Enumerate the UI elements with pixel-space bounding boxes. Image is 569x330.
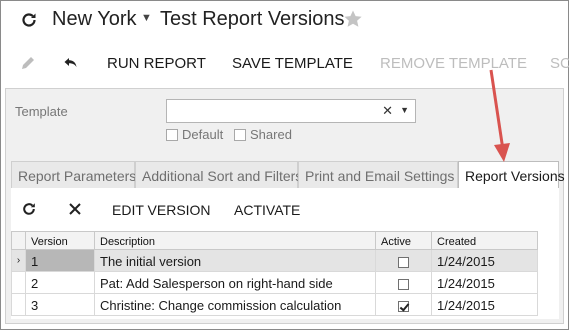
main-toolbar: RUN REPORT SAVE TEMPLATE REMOVE TEMPLATE… — [0, 50, 569, 78]
column-header-description[interactable]: Description — [94, 231, 376, 250]
save-template-button[interactable]: SAVE TEMPLATE — [232, 55, 353, 72]
table-row[interactable]: 3 Christine: Change commission calculati… — [11, 293, 538, 316]
template-label: Template — [15, 104, 68, 119]
title-bar: New York ▼ Test Report Versions — [0, 0, 569, 42]
tab-report-parameters[interactable]: Report Parameters — [11, 161, 136, 188]
current-row-marker-icon: › — [11, 249, 26, 272]
more-toolbar-button[interactable]: SC — [550, 55, 569, 72]
tab-report-versions[interactable]: Report Versions — [458, 161, 565, 189]
column-header-created[interactable]: Created — [431, 231, 538, 250]
report-versions-content: EDIT VERSION ACTIVATE Version Descriptio… — [11, 188, 559, 319]
description-cell[interactable]: The initial version — [94, 249, 376, 272]
description-cell[interactable]: Christine: Change commission calculation — [94, 293, 376, 316]
versions-table: Version Description Active Created › 1 T… — [11, 231, 538, 316]
remove-template-button[interactable]: REMOVE TEMPLATE — [380, 55, 527, 72]
star-icon[interactable] — [343, 9, 363, 29]
table-row[interactable]: › 1 The initial version 1/24/2015 — [11, 249, 538, 272]
table-header-row: Version Description Active Created — [11, 231, 538, 250]
shared-checkbox[interactable] — [234, 128, 246, 141]
created-cell[interactable]: 1/24/2015 — [431, 293, 538, 316]
table-row[interactable]: 2 Pat: Add Salesperson on right-hand sid… — [11, 271, 538, 294]
tab-bar: Report Parameters Additional Sort and Fi… — [11, 161, 565, 189]
row-marker-header — [11, 231, 26, 250]
created-cell[interactable]: 1/24/2015 — [431, 271, 538, 294]
shared-label: Shared — [250, 127, 292, 142]
activate-button[interactable]: ACTIVATE — [234, 202, 300, 218]
tab-print-email-settings[interactable]: Print and Email Settings — [298, 161, 458, 188]
refresh-icon[interactable] — [20, 11, 38, 29]
default-checkbox-row[interactable]: Default — [166, 127, 223, 142]
chevron-down-icon[interactable]: ▼ — [141, 12, 152, 24]
clear-icon[interactable]: ✕ — [382, 103, 393, 119]
template-selector[interactable]: ✕ ▼ — [166, 99, 416, 123]
chevron-down-icon[interactable]: ▼ — [400, 105, 409, 115]
run-report-button[interactable]: RUN REPORT — [107, 55, 206, 72]
created-cell[interactable]: 1/24/2015 — [431, 249, 538, 272]
version-cell[interactable]: 2 — [25, 271, 95, 294]
active-cell[interactable] — [375, 271, 432, 294]
active-checkbox[interactable] — [398, 279, 409, 291]
company-selector[interactable]: New York — [52, 8, 137, 31]
page-title: Test Report Versions — [160, 8, 345, 30]
grid-toolbar: EDIT VERSION ACTIVATE — [11, 188, 559, 228]
column-header-version[interactable]: Version — [25, 231, 95, 250]
active-cell[interactable] — [375, 249, 432, 272]
refresh-icon[interactable] — [21, 201, 37, 217]
version-cell[interactable]: 1 — [25, 249, 95, 272]
active-cell[interactable] — [375, 293, 432, 316]
row-marker — [11, 293, 26, 316]
column-header-active[interactable]: Active — [375, 231, 432, 250]
pencil-icon[interactable] — [20, 55, 36, 71]
close-icon[interactable] — [67, 201, 83, 217]
undo-icon[interactable] — [63, 55, 79, 71]
default-label: Default — [182, 127, 224, 142]
edit-version-button[interactable]: EDIT VERSION — [112, 202, 211, 218]
version-cell[interactable]: 3 — [25, 293, 95, 316]
shared-checkbox-row[interactable]: Shared — [234, 127, 292, 142]
default-checkbox[interactable] — [166, 128, 178, 141]
active-checkbox[interactable] — [398, 301, 409, 313]
row-marker — [11, 271, 26, 294]
form-panel: Template ✕ ▼ Default Shared Report Param… — [5, 88, 565, 324]
tab-additional-sort-filters[interactable]: Additional Sort and Filters — [135, 161, 302, 188]
active-checkbox[interactable] — [398, 257, 409, 269]
description-cell[interactable]: Pat: Add Salesperson on right-hand side — [94, 271, 376, 294]
